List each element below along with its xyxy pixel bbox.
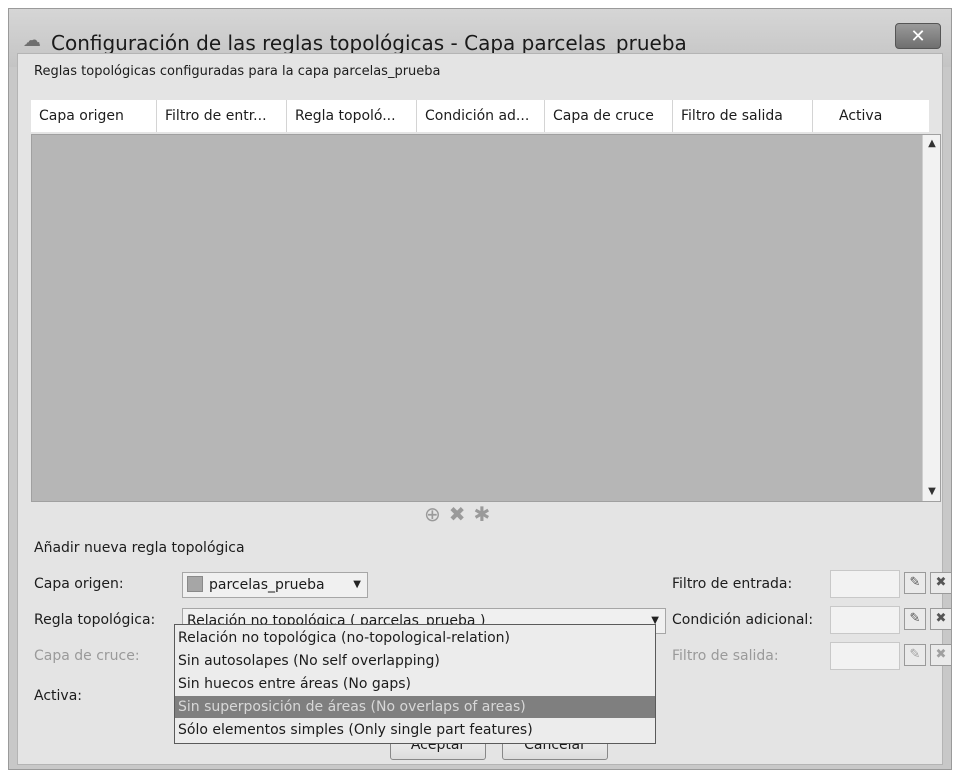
column-header[interactable]: Regla topoló... bbox=[287, 100, 417, 132]
dropdown-option-highlighted[interactable]: Sin superposición de áreas (No overlaps … bbox=[175, 696, 655, 718]
output-filter-label: Filtro de salida: bbox=[672, 648, 779, 664]
dropdown-option[interactable]: Sin huecos entre áreas (No gaps) bbox=[175, 673, 655, 695]
origin-layer-label: Capa origen: bbox=[34, 576, 124, 592]
vertical-scrollbar[interactable]: ▲ ▼ bbox=[922, 135, 940, 501]
dropdown-option[interactable]: Sólo elementos simples (Only single part… bbox=[175, 719, 655, 741]
column-header[interactable]: Activa bbox=[813, 100, 929, 132]
column-header[interactable]: Capa origen bbox=[31, 100, 157, 132]
dropdown-option[interactable]: Relación no topológica (no-topological-r… bbox=[175, 627, 655, 649]
rules-table[interactable]: ▲ ▼ bbox=[31, 134, 941, 502]
column-header[interactable]: Capa de cruce bbox=[545, 100, 673, 132]
rules-section-label: Reglas topológicas configuradas para la … bbox=[34, 64, 441, 79]
output-filter-field bbox=[830, 642, 900, 670]
clear-icon[interactable]: ✖ bbox=[930, 608, 952, 630]
new-rule-section-label: Añadir nueva regla topológica bbox=[34, 540, 245, 556]
input-filter-field[interactable] bbox=[830, 570, 900, 598]
chevron-down-icon: ▼ bbox=[353, 579, 361, 590]
additional-condition-field[interactable] bbox=[830, 606, 900, 634]
layer-color-icon bbox=[187, 576, 203, 592]
active-label: Activa: bbox=[34, 688, 82, 704]
column-header[interactable]: Filtro de salida bbox=[673, 100, 813, 132]
rule-label: Regla topológica: bbox=[34, 612, 156, 628]
window-title: Configuración de las reglas topológicas … bbox=[51, 31, 687, 55]
remove-icon[interactable]: ✖ bbox=[449, 502, 466, 526]
add-icon[interactable]: ⊕ bbox=[424, 502, 441, 526]
column-header[interactable]: Filtro de entr... bbox=[157, 100, 287, 132]
clear-icon[interactable]: ✖ bbox=[930, 572, 952, 594]
edit-icon[interactable]: ✎ bbox=[904, 608, 926, 630]
edit-icon: ✎ bbox=[904, 644, 926, 666]
rules-toolbar: ⊕ ✖ ✱ bbox=[424, 502, 498, 526]
scroll-down-icon[interactable]: ▼ bbox=[923, 483, 941, 501]
origin-layer-value: parcelas_prueba bbox=[209, 577, 325, 593]
puzzle-icon[interactable]: ✱ bbox=[474, 502, 491, 526]
additional-condition-label: Condición adicional: bbox=[672, 612, 814, 628]
app-icon: ☁ bbox=[23, 30, 41, 51]
edit-icon[interactable]: ✎ bbox=[904, 572, 926, 594]
scroll-up-icon[interactable]: ▲ bbox=[923, 135, 941, 153]
column-header[interactable]: Condición ad... bbox=[417, 100, 545, 132]
clear-icon: ✖ bbox=[930, 644, 952, 666]
rules-table-header: Capa origen Filtro de entr... Regla topo… bbox=[31, 100, 929, 132]
cross-layer-label: Capa de cruce: bbox=[34, 648, 140, 664]
origin-layer-select[interactable]: parcelas_prueba ▼ bbox=[182, 572, 368, 598]
rule-dropdown-list: Relación no topológica (no-topological-r… bbox=[174, 624, 656, 744]
input-filter-label: Filtro de entrada: bbox=[672, 576, 793, 592]
close-button[interactable]: ✕ bbox=[895, 23, 941, 49]
dropdown-option[interactable]: Sin autosolapes (No self overlapping) bbox=[175, 650, 655, 672]
